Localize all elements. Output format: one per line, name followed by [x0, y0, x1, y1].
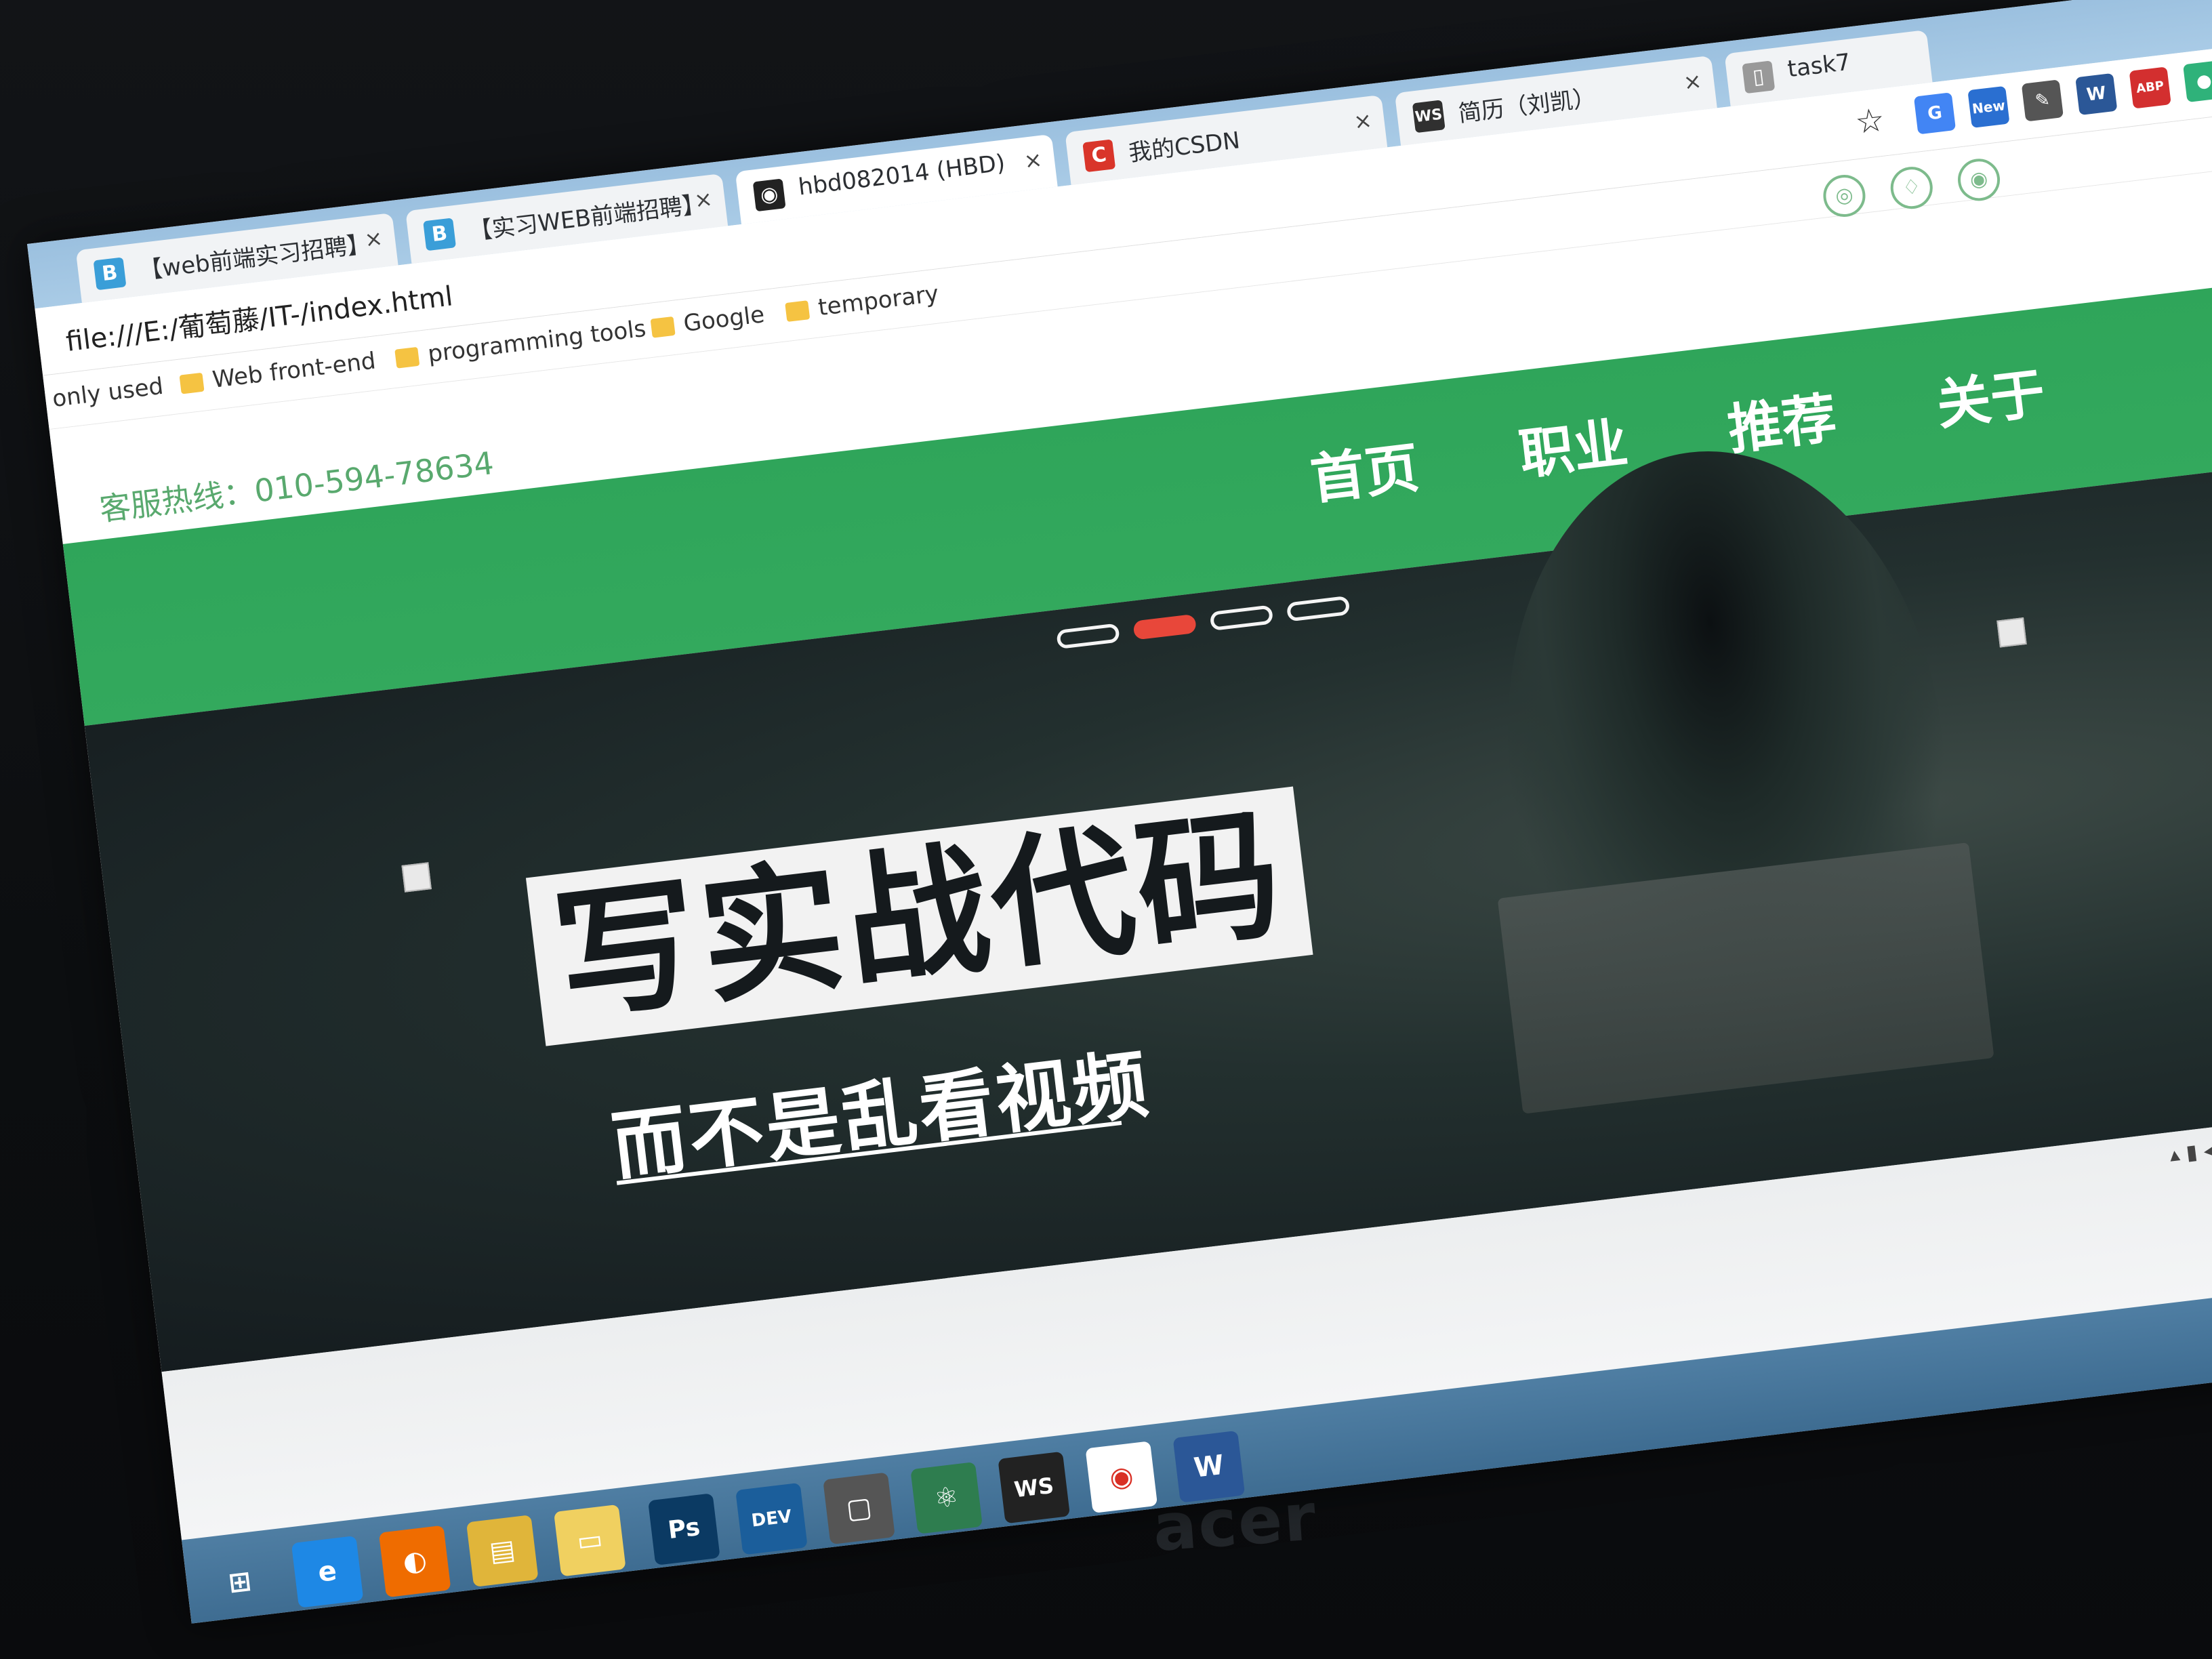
nav-about[interactable]: 关于: [1931, 350, 2049, 441]
close-icon[interactable]: ×: [363, 225, 384, 253]
ie-icon[interactable]: e: [291, 1535, 364, 1608]
green-dot-icon[interactable]: ●: [2183, 60, 2212, 103]
github-icon: ◉: [752, 178, 786, 212]
hero-subline: 而不是乱看视频: [607, 1040, 1155, 1191]
chrome-icon[interactable]: ◉: [1085, 1441, 1158, 1513]
webstorm-icon: WS: [1412, 100, 1446, 134]
close-icon[interactable]: ×: [1352, 107, 1373, 135]
csdn-icon: C: [1082, 139, 1116, 173]
photo-scene: acer B 【web前端实习招聘】 × B 【实习WEB前端招聘】 × ◉ h…: [0, 0, 2212, 1659]
atom-icon[interactable]: ⚛: [910, 1462, 983, 1534]
tab-label: 简历（刘凯）: [1456, 84, 1598, 128]
translate-icon[interactable]: G: [1913, 92, 1957, 135]
folder-icon: [394, 346, 420, 369]
close-icon[interactable]: ×: [693, 186, 714, 213]
close-icon[interactable]: ×: [1023, 146, 1044, 174]
tab-label: 我的CSDN: [1127, 127, 1242, 167]
nav-careers[interactable]: 职业: [1515, 399, 1632, 490]
bootstrap-icon: B: [423, 218, 457, 251]
close-icon[interactable]: ×: [1682, 68, 1703, 96]
page-icon: ▯: [1742, 60, 1776, 94]
nav-recommend[interactable]: 推荐: [1723, 374, 1841, 465]
broken-image-icon: [401, 862, 432, 893]
file-explorer-icon[interactable]: ▤: [466, 1515, 539, 1587]
nav-home[interactable]: 首页: [1306, 424, 1423, 515]
bookmark-only-used[interactable]: only used: [51, 373, 165, 413]
word-icon[interactable]: W: [2075, 73, 2118, 116]
app-icon[interactable]: ▢: [823, 1472, 895, 1545]
tab-label: task7: [1786, 48, 1852, 83]
carousel-dot-2[interactable]: [1132, 613, 1197, 640]
adblock-icon[interactable]: ABP: [2129, 66, 2171, 109]
folder-icon: [650, 316, 676, 338]
folder-icon: [179, 372, 205, 394]
headline-box: 写实战代码: [525, 786, 1313, 1046]
system-tray-icons: ▴ ▮ ◀) ▯ ⚑: [2168, 1132, 2212, 1168]
laptop-screen: B 【web前端实习招聘】 × B 【实习WEB前端招聘】 × ◉ hbd082…: [27, 0, 2212, 1624]
folder-icon: [785, 300, 811, 323]
bookmark-google[interactable]: Google: [650, 301, 766, 342]
new-badge-icon[interactable]: New: [1967, 85, 2010, 128]
firefox-icon[interactable]: ◐: [378, 1525, 451, 1598]
broken-image-icon: [1996, 617, 2027, 648]
photoshop-icon[interactable]: Ps: [648, 1493, 720, 1565]
devcpp-icon[interactable]: DEV: [735, 1482, 808, 1555]
carousel-dot-4[interactable]: [1286, 595, 1351, 622]
carousel-dot-3[interactable]: [1209, 605, 1274, 632]
eyedropper-icon[interactable]: ✎: [2021, 79, 2064, 122]
webstorm-icon[interactable]: WS: [998, 1451, 1071, 1524]
carousel-dot-1[interactable]: [1056, 623, 1120, 650]
tab-label: hbd082014 (HBD): [796, 149, 1007, 201]
sticky-notes-icon[interactable]: ▭: [554, 1504, 626, 1577]
windows-start-icon[interactable]: ⊞: [204, 1546, 276, 1618]
bookmark-temporary[interactable]: temporary: [784, 280, 940, 325]
bookmark-star-icon[interactable]: ☆: [1853, 100, 1887, 142]
word-icon[interactable]: W: [1172, 1430, 1246, 1503]
hero-headline: 写实战代码: [546, 790, 1293, 1042]
bootstrap-icon: B: [93, 257, 127, 291]
